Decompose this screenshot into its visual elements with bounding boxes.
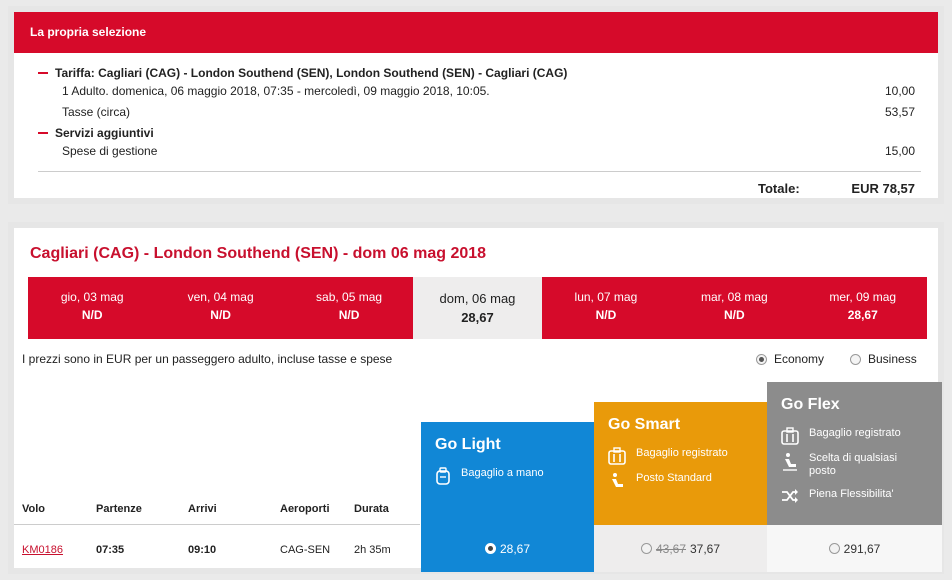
- date-tab[interactable]: sab, 05 mag N/D: [284, 277, 414, 339]
- services-label: Servizi aggiuntivi: [55, 126, 154, 140]
- date-tab[interactable]: gio, 03 mag N/D: [28, 277, 157, 339]
- radio-icon: [640, 543, 652, 554]
- col-duration: Durata: [354, 503, 389, 515]
- price-go-light[interactable]: 28,67: [421, 525, 594, 572]
- seat-selection-icon: [783, 453, 797, 471]
- divider: [14, 524, 420, 525]
- dash-icon: [38, 132, 48, 134]
- flight-selection-panel: Cagliari (CAG) - London Southend (SEN) -…: [8, 222, 944, 574]
- fare-feature: Piena Flessibilita': [809, 488, 894, 500]
- col-airports: Aeroporti: [280, 503, 330, 515]
- checked-baggage-icon: [781, 427, 799, 445]
- checked-baggage-icon: [608, 447, 626, 465]
- divider: [38, 171, 921, 172]
- taxes-value: 53,57: [884, 105, 915, 119]
- airports: CAG-SEN: [280, 544, 331, 556]
- fare-feature: Bagaglio registrato: [636, 447, 728, 459]
- fare-name: Go Flex: [781, 396, 840, 413]
- fare-name: Go Smart: [608, 416, 681, 433]
- col-departure: Partenze: [96, 503, 142, 515]
- col-flight: Volo: [22, 503, 46, 515]
- passenger-line: 1 Adulto. domenica, 06 maggio 2018, 07:3…: [62, 84, 490, 98]
- fare-name: Go Light: [435, 436, 501, 453]
- taxes-label: Tasse (circa): [62, 105, 131, 119]
- fare-feature: Posto Standard: [636, 472, 712, 484]
- total-label: Totale:: [758, 181, 800, 196]
- selection-summary-panel: La propria selezione Tariffa: Cagliari (…: [8, 6, 944, 204]
- fare-label: Tariffa: Cagliari (CAG) - London Southen…: [55, 66, 568, 80]
- hand-luggage-icon: [436, 467, 450, 485]
- col-arrival: Arrivi: [188, 503, 217, 515]
- departure-time: 07:35: [96, 544, 125, 556]
- radio-selected-icon: [484, 543, 496, 554]
- old-price: 43,67: [655, 541, 686, 556]
- date-tab[interactable]: mer, 09 mag 28,67: [798, 277, 927, 339]
- price-go-smart[interactable]: 43,67 37,67: [594, 525, 767, 572]
- radio-icon: [850, 353, 861, 365]
- fare-feature: Bagaglio a mano: [461, 467, 544, 479]
- passenger-value: 10,00: [884, 84, 915, 98]
- flight-number-link[interactable]: KM0186: [22, 544, 63, 556]
- price-note: I prezzi sono in EUR per un passeggero a…: [22, 352, 393, 366]
- business-radio[interactable]: Business: [850, 352, 917, 366]
- fare-feature: Scelta di qualsiasi posto: [809, 452, 898, 477]
- date-selector: gio, 03 mag N/D ven, 04 mag N/D sab, 05 ma…: [28, 277, 927, 339]
- economy-radio[interactable]: Economy: [756, 352, 824, 366]
- summary-title: La propria selezione: [14, 12, 938, 53]
- arrival-time: 09:10: [188, 544, 217, 556]
- date-tab[interactable]: ven, 04 mag N/D: [156, 277, 285, 339]
- route-title: Cagliari (CAG) - London Southend (SEN) -…: [30, 245, 487, 262]
- date-tab-selected[interactable]: dom, 06 mag 28,67: [413, 277, 542, 339]
- fees-label: Spese di gestione: [62, 144, 158, 158]
- shuffle-icon: [782, 489, 798, 503]
- fare-feature: Bagaglio registrato: [809, 427, 901, 439]
- date-tab[interactable]: mar, 08 mag N/D: [670, 277, 799, 339]
- fees-value: 15,00: [884, 144, 915, 158]
- seat-icon: [612, 473, 623, 487]
- date-tab[interactable]: lun, 07 mag N/D: [541, 277, 671, 339]
- duration: 2h 35m: [354, 544, 391, 556]
- radio-selected-icon: [756, 353, 767, 365]
- price-go-flex[interactable]: 291,67: [767, 525, 942, 572]
- dash-icon: [38, 72, 48, 74]
- radio-icon: [828, 543, 840, 554]
- total-value: EUR 78,57: [851, 181, 915, 196]
